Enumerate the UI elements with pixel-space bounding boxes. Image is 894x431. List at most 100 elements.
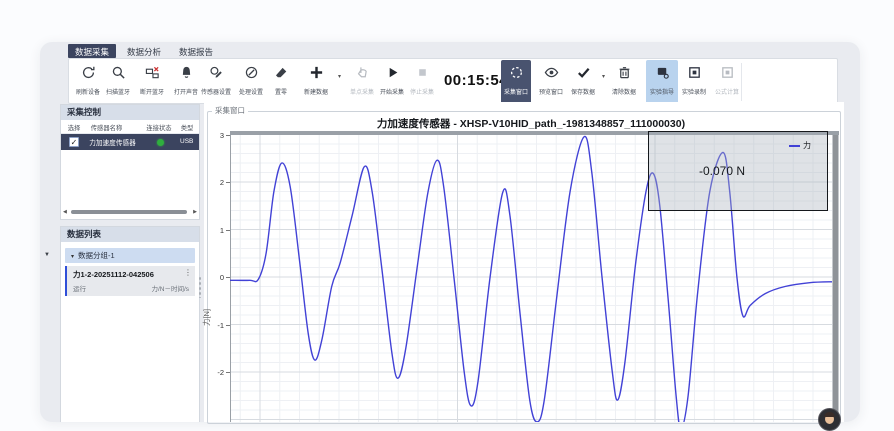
data-item-title: 力1-2-20251112-042506	[73, 269, 154, 280]
bluetooth-disconnect-icon	[135, 65, 169, 83]
eraser-icon	[264, 65, 298, 83]
sensor-settings-button[interactable]: 传感器设置	[197, 60, 235, 102]
new-data-caret-icon[interactable]: ▾	[338, 73, 341, 80]
acquisition-control-panel: 采集控制 选择 传感器名称 连接状态 类型 ✓ 力加速度传感器 USB ◀ ▶	[60, 104, 200, 220]
toolbar-divider	[741, 63, 742, 101]
vscroll-thumb[interactable]	[833, 133, 838, 422]
sensor-checkbox[interactable]: ✓	[69, 137, 79, 147]
data-list-panel: 数据列表 ▾ 数据分组-1 力1-2-20251112-042506 ⋮ 运行 力…	[60, 226, 200, 422]
capture-window-button[interactable]: 采集窗口	[501, 60, 531, 104]
sidebar-collapse-toggle[interactable]: ▼	[44, 252, 50, 258]
tab-data-capture[interactable]: 数据采集	[68, 44, 116, 58]
scroll-right-icon[interactable]: ▶	[193, 209, 197, 215]
current-value-annotation: -0.070 N	[699, 164, 745, 178]
toolbar-label: 保存数据	[568, 86, 597, 95]
toolbar-label: 处理设置	[235, 86, 266, 95]
hscroll-thumb[interactable]	[71, 210, 187, 214]
sensor-table-hscrollbar[interactable]: ◀ ▶	[63, 208, 197, 216]
toolbar-label: 传感器设置	[199, 86, 234, 95]
toolbar-label: 扫描蓝牙	[102, 86, 133, 95]
tab-data-report[interactable]: 数据报告	[172, 44, 220, 58]
save-data-button[interactable]: 保存数据	[567, 60, 599, 102]
plot-vscrollbar[interactable]	[832, 133, 839, 422]
chart-title: 力加速度传感器 - XHSP-V10HID_path_-1981348857_1…	[230, 116, 832, 131]
compass-pen-icon	[234, 65, 268, 83]
panel-resize-handle[interactable]	[198, 276, 203, 298]
guide-board-icon	[646, 65, 678, 83]
toolbar-label: 实验录制	[679, 86, 708, 95]
status-dot-icon	[157, 139, 164, 146]
y-tick-label: -1	[208, 321, 224, 330]
scan-bluetooth-button[interactable]: 扫描蓝牙	[101, 60, 135, 102]
toolbar-label: 停止采集	[406, 86, 437, 95]
process-settings-button[interactable]: 处理设置	[234, 60, 268, 102]
data-item-status: 运行	[73, 283, 86, 293]
data-item[interactable]: 力1-2-20251112-042506 ⋮ 运行 力/N－时间/s	[65, 266, 195, 296]
start-capture-button[interactable]: 开始采集	[375, 60, 409, 102]
play-icon	[375, 65, 409, 83]
y-tick-label: 1	[208, 226, 224, 235]
stop-capture-button[interactable]: 停止采集	[405, 60, 439, 102]
experiment-guide-button[interactable]: 实验指导	[646, 60, 678, 104]
trash-icon	[607, 65, 641, 83]
item-accent-bar	[65, 266, 67, 296]
panel-title: 采集控制	[61, 105, 199, 120]
preview-window-button[interactable]: 预览窗口	[533, 60, 569, 102]
check-icon	[567, 65, 599, 83]
toolbar-label: 置零	[265, 86, 296, 95]
single-point-capture-button[interactable]: 单点采集	[345, 60, 379, 102]
hand-pointer-icon	[345, 65, 379, 83]
group-label: 数据分组-1	[78, 251, 115, 260]
sensor-settings-icon	[197, 65, 235, 83]
chart-legend: 力	[789, 140, 811, 151]
scroll-left-icon[interactable]: ◀	[63, 209, 67, 215]
data-item-axes: 力/N－时间/s	[151, 283, 189, 293]
y-tick-label: 0	[208, 273, 224, 282]
toolbar-label: 开始采集	[376, 86, 407, 95]
experiment-record-button[interactable]: 实验录制	[678, 60, 710, 102]
plus-icon	[299, 65, 333, 83]
app-window: 数据采集 数据分析 数据报告 刷新设备 扫描蓝牙 断开蓝牙 打开声音	[40, 42, 860, 422]
chart-card: 采集窗口 力加速度传感器 - XHSP-V10HID_path_-1981348…	[204, 102, 844, 422]
toolbar-label: 单点采集	[346, 86, 377, 95]
panel-title: 数据列表	[61, 227, 199, 242]
toolbar-label: 清除数据	[608, 86, 639, 95]
col-type: 类型	[181, 124, 194, 133]
group-caret-icon[interactable]: ▾	[71, 254, 74, 260]
search-icon	[101, 65, 135, 83]
toolbar-label: 实验指导	[647, 86, 676, 95]
stop-icon	[405, 65, 439, 83]
legend-line-icon	[789, 145, 800, 147]
sensor-table-row[interactable]: ✓ 力加速度传感器 USB	[61, 134, 199, 150]
toolbar-label: 采集窗口	[502, 86, 530, 95]
col-select: 选择	[68, 124, 81, 133]
sensor-type: USB	[180, 138, 193, 145]
screen: 数据采集 数据分析 数据报告 刷新设备 扫描蓝牙 断开蓝牙 打开声音	[0, 0, 894, 420]
toolbar-label: 新建数据	[300, 86, 331, 95]
zero-button[interactable]: 置零	[264, 60, 298, 102]
disconnect-bluetooth-button[interactable]: 断开蓝牙	[135, 60, 169, 102]
save-data-caret-icon[interactable]: ▾	[602, 73, 605, 80]
item-menu-dots-icon[interactable]: ⋮	[184, 268, 192, 277]
tab-data-analysis[interactable]: 数据分析	[120, 44, 168, 58]
toolbar-label: 公式计算	[711, 86, 742, 95]
formula-calc-button[interactable]: 公式计算	[710, 60, 744, 102]
chart-group-label: 采集窗口	[212, 105, 248, 116]
col-sensor-name: 传感器名称	[91, 124, 123, 133]
eye-icon	[533, 65, 569, 83]
toolbar-label: 预览窗口	[534, 86, 567, 95]
data-group-row[interactable]: ▾ 数据分组-1	[65, 248, 195, 263]
refresh-device-button[interactable]: 刷新设备	[71, 60, 105, 102]
toolbar-label: 刷新设备	[72, 86, 103, 95]
refresh-icon	[71, 65, 105, 83]
dashed-circle-icon	[501, 65, 531, 83]
y-tick-label: -2	[208, 368, 224, 377]
new-data-button[interactable]: 新建数据	[299, 60, 333, 102]
avatar-hair-icon	[824, 412, 835, 417]
sensor-table-header: 选择 传感器名称 连接状态 类型	[61, 120, 199, 134]
y-tick-label: 3	[208, 131, 224, 140]
col-connection-status: 连接状态	[146, 124, 171, 133]
clear-data-button[interactable]: 清除数据	[607, 60, 641, 102]
measurement-overlay-box: -0.070 N 力	[648, 131, 828, 211]
sensor-name: 力加速度传感器	[89, 138, 136, 148]
